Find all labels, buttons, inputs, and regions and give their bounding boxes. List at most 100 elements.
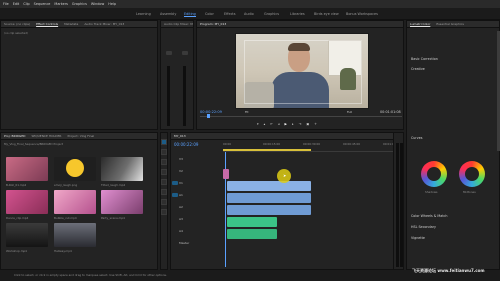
project-thumb-5-label: Bubble_cut.mp4 [54,216,77,220]
slip-tool-icon[interactable] [161,179,167,185]
track-label-v1[interactable]: V1 [179,181,183,185]
menu-item-sequence[interactable]: Sequence [34,2,51,6]
clip-audio-a1[interactable] [227,193,311,203]
audio-meters [393,132,404,270]
project-thumb-2[interactable] [54,157,96,181]
pen-tool-icon[interactable] [161,189,167,195]
program-timecode[interactable]: 00:00:22:09 [200,110,222,114]
program-duration: 00:01:01:08 [380,110,401,114]
project-thumb-1[interactable] [6,157,48,181]
workspace-tab-learning[interactable]: Learning [136,12,151,16]
go-to-in-icon[interactable]: ⇤ [270,122,273,128]
tab-audio-track-mixer[interactable]: Audio Track Mixer: MY_013 [84,22,124,26]
watermark: 飞天资源论坛 www.feitianwu7.com [412,268,485,273]
track-label-a3[interactable]: A3 [179,217,183,221]
menu-item-file[interactable]: File [3,2,9,6]
cursor-arrow-icon: ➤ [283,173,287,178]
v1-source-patch[interactable] [172,181,178,185]
ruler-tick-0: 00:00 [223,142,232,146]
program-video-frame[interactable] [235,33,369,109]
lumetri-section-basic[interactable]: Basic Correction [411,57,438,61]
audio-clip-mixer-title: Audio Clip Mixer: M [164,22,193,26]
mark-in-icon[interactable]: ▾ [257,122,259,128]
program-playhead[interactable] [207,114,210,118]
workspace-tab-birds-eye-view[interactable]: Birds eye view [314,12,339,16]
menu-item-help[interactable]: Help [108,2,116,6]
lumetri-section-color-wheels[interactable]: Color Wheels & Match [411,214,447,218]
tab-project-vlog[interactable]: Project: Vlog Final [67,134,94,138]
program-monitor: Program: MY_013 00:00:22:09 Fit Full 00:… [196,20,404,130]
menu-item-clip[interactable]: Clip [23,2,29,6]
step-back-icon[interactable]: ◂ [278,122,280,128]
go-to-out-icon[interactable]: ⇥ [299,122,302,128]
timeline-work-area[interactable] [223,149,311,151]
clip-pink-v2[interactable] [223,169,229,179]
empty-source-text: (no clip selected) [4,31,29,35]
project-thumb-7[interactable] [6,223,48,247]
program-quality-select[interactable]: Full [347,110,352,114]
audio-meter-right [400,143,403,267]
workspace-tab-graphics[interactable]: Graphics [264,12,279,16]
tab-source[interactable]: Source: (no clips) [4,22,30,26]
project-panel: Proj: BRIDGED SEQUENCE HOLDER Project: V… [0,132,158,270]
project-thumb-6[interactable] [101,190,143,214]
track-label-a2[interactable]: A2 [179,205,183,209]
project-thumb-4[interactable] [6,190,48,214]
lumetri-section-curves[interactable]: Curves [411,136,422,140]
tab-lumetri-color[interactable]: Lumetri Color [410,22,430,26]
project-thumb-3[interactable] [101,157,143,181]
menu-item-window[interactable]: Window [91,2,104,6]
project-thumb-8[interactable] [54,223,96,247]
a1-source-patch[interactable] [172,193,178,197]
tab-metadata[interactable]: Metadata [64,22,78,26]
mark-out-icon[interactable]: ▴ [264,122,266,128]
menu-item-graphics[interactable]: Graphics [72,2,87,6]
add-button-icon[interactable]: + [314,122,317,128]
track-label-a1[interactable]: A1 [179,193,183,197]
program-fit-select[interactable]: Fit [245,110,249,114]
workspace-tab-libraries[interactable]: Libraries [290,12,305,16]
lumetri-section-hsl[interactable]: HSL Secondary [411,225,436,229]
tab-essential-graphics[interactable]: Essential Graphics [436,22,464,26]
lumetri-panel: Lumetri Color Essential Graphics Basic C… [406,20,500,270]
play-icon[interactable]: ▶ [285,122,287,128]
hand-tool-icon[interactable] [161,199,167,205]
workspace-tab-color[interactable]: Color [205,12,214,16]
track-label-v3[interactable]: V3 [179,157,183,161]
project-thumb-2-label: emoji_laugh.png [54,183,78,187]
mixer-button-2[interactable] [182,51,188,55]
workspace-tab-editing[interactable]: Editing [184,12,196,17]
menu-item-markers[interactable]: Markers [54,2,68,6]
selection-tool-icon[interactable] [161,139,167,145]
type-tool-icon[interactable] [161,209,167,215]
tab-sequence-holder[interactable]: SEQUENCE HOLDER [31,134,61,138]
lumetri-section-vignette[interactable]: Vignette [411,236,425,240]
workspace-tab-bonus-workspaces[interactable]: Bonus Workspaces [346,12,378,16]
ripple-edit-tool-icon[interactable] [161,159,167,165]
source-panel: Source: (no clips) Effect Controls Metad… [0,20,158,130]
project-thumb-5[interactable] [54,190,96,214]
timeline-timecode[interactable]: 00:00:22:09 [174,142,198,147]
workspace-tab-effects[interactable]: Effects [224,12,236,16]
track-label-v2[interactable]: V2 [179,169,183,173]
workspace-tab-audio[interactable]: Audio [244,12,254,16]
clip-music-a3b[interactable] [227,229,277,239]
workspaces-bar: Learning Assembly Editing Color Effects Audio… [0,8,500,20]
mixer-button-1[interactable] [166,51,172,55]
step-forward-icon[interactable]: ▸ [292,122,294,128]
program-playhead-bar[interactable] [200,116,402,117]
workspace-tab-assembly[interactable]: Assembly [160,12,176,16]
lumetri-section-creative[interactable]: Creative [411,67,425,71]
export-frame-icon[interactable]: ▣ [306,122,309,128]
tab-project-bridged[interactable]: Proj: BRIDGED [4,134,25,138]
timeline-ruler[interactable]: 00:00 00:00:15:00 00:00:30:00 00:00:45:0… [223,142,403,152]
clip-video-v1[interactable] [227,181,311,191]
tab-effect-controls[interactable]: Effect Controls [36,22,58,26]
razor-tool-icon[interactable] [161,169,167,175]
track-label-a4[interactable]: A4 [179,229,183,233]
clip-audio-a2[interactable] [227,205,311,215]
clip-music-a3[interactable] [227,217,277,227]
track-select-tool-icon[interactable] [161,149,167,155]
track-label-master[interactable]: Master [179,241,189,245]
menu-item-edit[interactable]: Edit [13,2,20,6]
